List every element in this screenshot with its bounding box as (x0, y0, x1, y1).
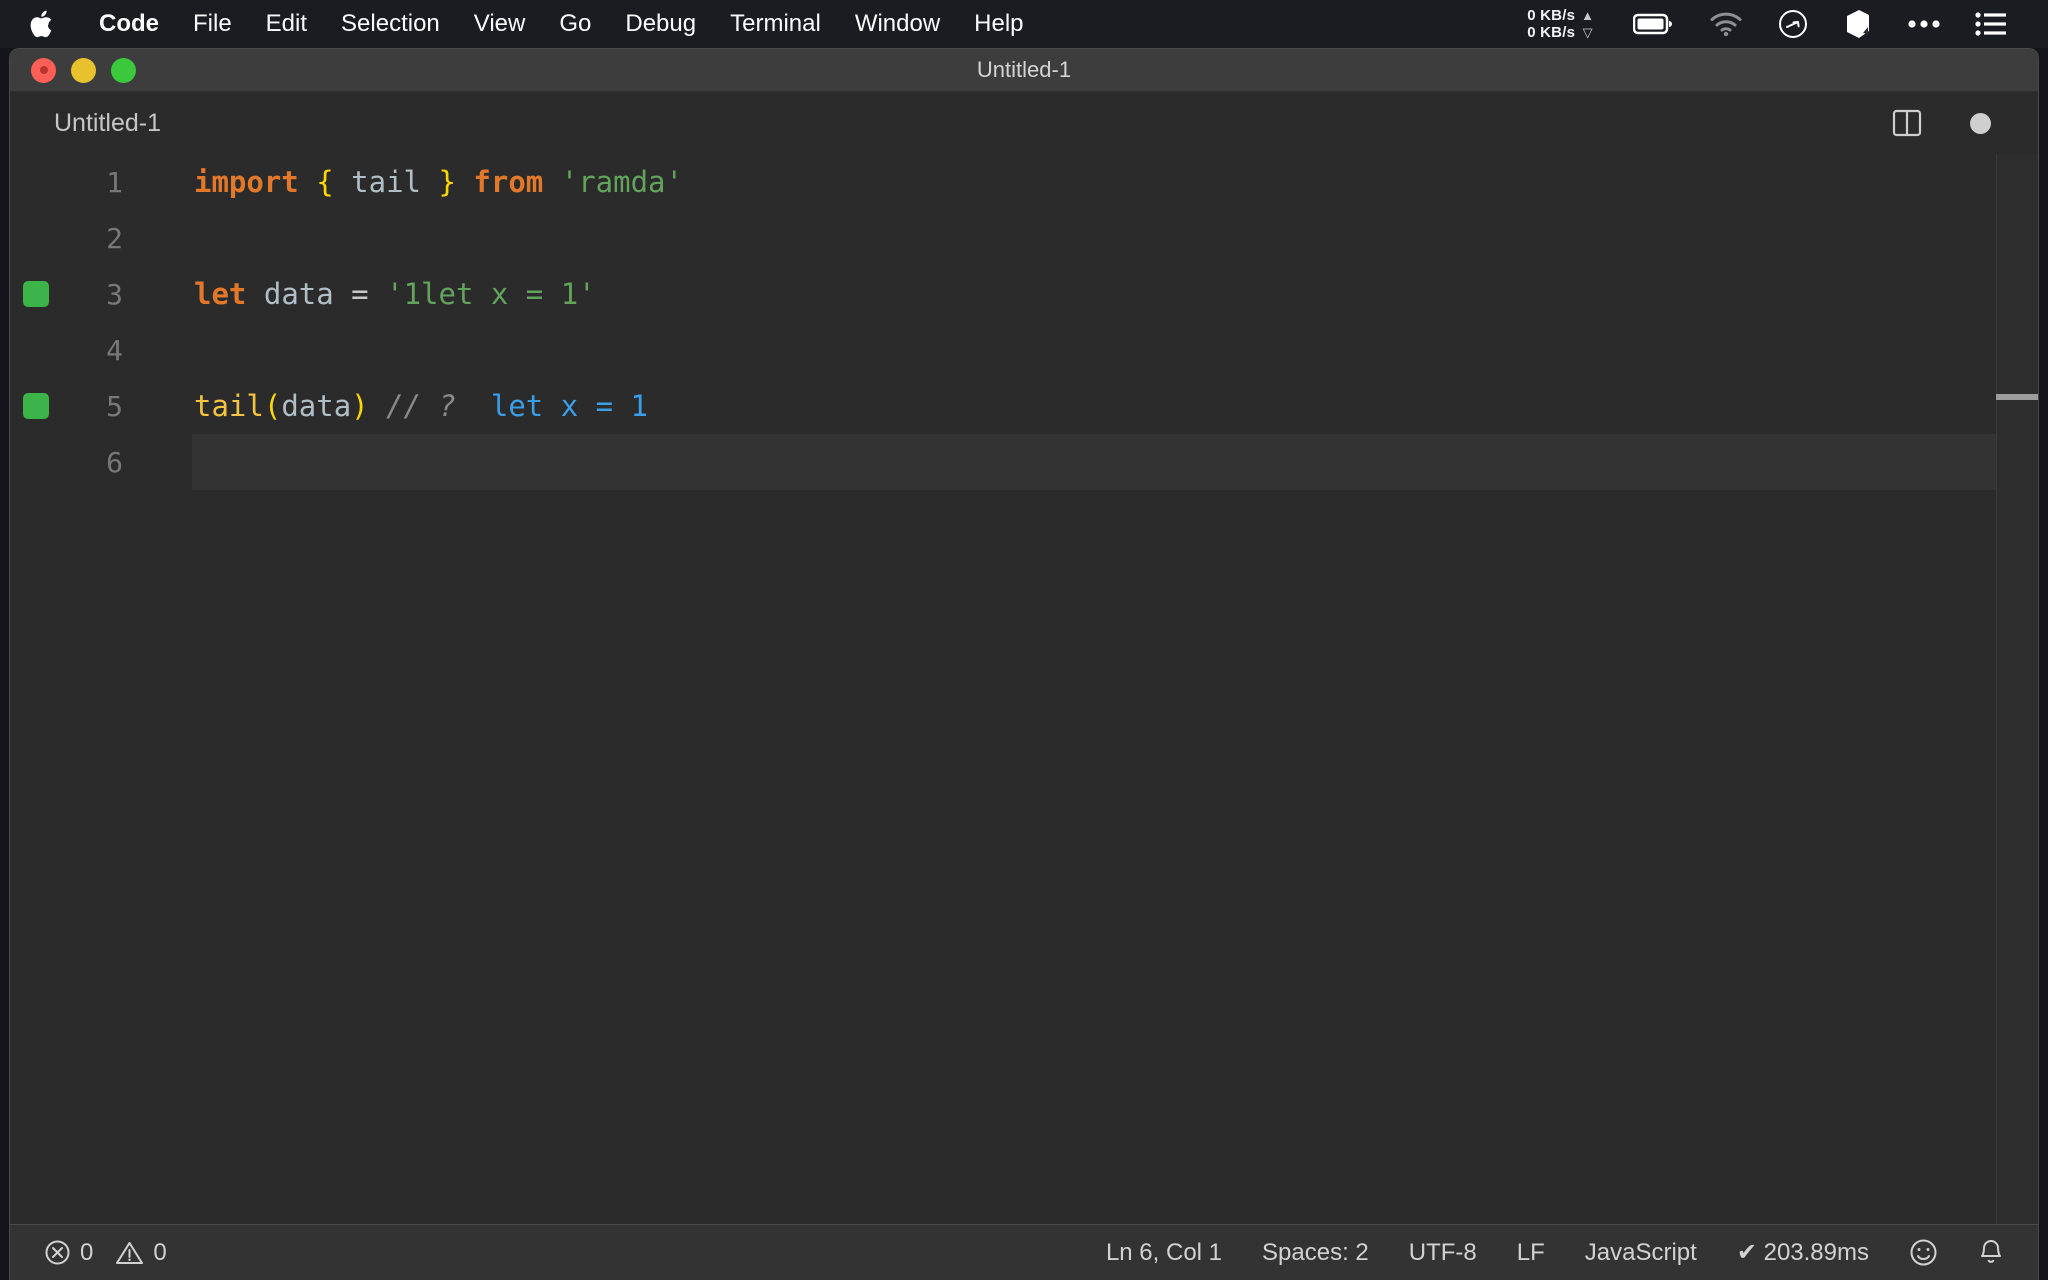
code-line[interactable]: 2 (10, 210, 2038, 266)
problems-status-item[interactable]: 0 0 (44, 1239, 167, 1267)
unsaved-dot-icon[interactable] (1970, 112, 1991, 134)
line-number: 1 (106, 165, 123, 199)
vscode-window: Untitled-1 Untitled-1 1 import { tail } f… (9, 48, 2039, 1280)
ellipsis-icon[interactable] (1907, 18, 1941, 30)
cube-icon[interactable] (1843, 8, 1873, 40)
encoding-status[interactable]: UTF-8 (1409, 1239, 1477, 1267)
status-bar-right: Ln 6, Col 1 Spaces: 2 UTF-8 LF JavaScrip… (1106, 1238, 2038, 1268)
minimize-button[interactable] (71, 57, 96, 83)
overview-ruler[interactable] (1996, 154, 2038, 1225)
code-token: let (194, 277, 247, 311)
run-status[interactable]: ✔ 203.89ms (1737, 1238, 1869, 1267)
cursor-position-status[interactable]: Ln 6, Col 1 (1106, 1239, 1222, 1267)
eol-status[interactable]: LF (1517, 1239, 1545, 1267)
line-number: 6 (106, 445, 123, 479)
gutter-run-marker-icon[interactable] (23, 281, 49, 307)
network-download-speed: 0 KB/s (1527, 24, 1576, 41)
menu-bar-status-tray: 0 KB/s 0 KB/s ▲ ▽ (1527, 0, 2048, 48)
code-token: tail (351, 165, 422, 199)
apple-logo-icon[interactable] (28, 8, 56, 40)
current-line-highlight (192, 434, 2038, 490)
menu-item-debug[interactable]: Debug (608, 12, 713, 36)
code-token: data (281, 389, 352, 423)
window-title-bar: Untitled-1 (10, 49, 2038, 92)
code-token: '1let x = 1' (386, 277, 596, 311)
code-line-text: tail(data) // ? let x = 1 (140, 389, 648, 423)
code-token: // ? (386, 389, 456, 423)
menu-item-go[interactable]: Go (542, 12, 608, 36)
error-count: 0 (80, 1238, 94, 1266)
editor-tab-bar: Untitled-1 (10, 92, 2038, 154)
overview-ruler-cursor-marker (1996, 394, 2038, 400)
code-token: 'ramda' (560, 165, 683, 199)
line-number: 2 (106, 221, 123, 255)
status-bar-left: 0 0 (10, 1239, 167, 1267)
code-line-text: import { tail } from 'ramda' (140, 165, 683, 199)
status-bar: 0 0 Ln 6, Col 1 Spaces: 2 UTF-8 LF JavaS… (10, 1224, 2038, 1280)
window-controls (10, 57, 136, 83)
smiley-icon[interactable] (1909, 1238, 1938, 1267)
code-token: tail (194, 389, 264, 423)
menu-bar-left: Code File Edit Selection View Go Debug T… (0, 0, 1041, 48)
editor-tab-untitled-1[interactable]: Untitled-1 (10, 109, 161, 138)
code-editor[interactable]: 1 import { tail } from 'ramda' 2 3 let data … (10, 154, 2038, 1225)
editor-action-group (1892, 108, 2038, 138)
wifi-icon[interactable] (1709, 11, 1743, 37)
code-token: import (194, 165, 299, 199)
battery-icon[interactable] (1633, 12, 1675, 36)
split-editor-icon[interactable] (1892, 108, 1922, 138)
code-token: { (316, 165, 334, 199)
code-line[interactable]: 6 (10, 434, 2038, 490)
code-line[interactable]: 4 (10, 322, 2038, 378)
menu-item-code[interactable]: Code (82, 12, 176, 36)
indentation-status[interactable]: Spaces: 2 (1262, 1239, 1369, 1267)
code-token: = (351, 277, 369, 311)
code-line[interactable]: 1 import { tail } from 'ramda' (10, 154, 2038, 210)
error-circle-icon (44, 1239, 71, 1266)
network-speed-indicator[interactable]: 0 KB/s 0 KB/s ▲ ▽ (1527, 7, 1594, 41)
list-menu-icon[interactable] (1975, 12, 2007, 36)
macos-menu-bar: Code File Edit Selection View Go Debug T… (0, 0, 2048, 48)
close-button[interactable] (31, 57, 56, 83)
menu-item-help[interactable]: Help (957, 12, 1040, 36)
zoom-button[interactable] (111, 57, 136, 83)
code-token: ( (263, 389, 282, 423)
gutter-run-marker-icon[interactable] (23, 393, 49, 419)
code-token: data (263, 277, 334, 311)
code-line-list: 1 import { tail } from 'ramda' 2 3 let data … (10, 154, 2038, 490)
window-title: Untitled-1 (976, 57, 1072, 82)
warning-triangle-icon (115, 1240, 144, 1266)
menu-item-terminal[interactable]: Terminal (713, 12, 838, 36)
line-number: 4 (106, 333, 123, 367)
code-line[interactable]: 3 let data = '1let x = 1' (10, 266, 2038, 322)
language-mode-status[interactable]: JavaScript (1585, 1239, 1697, 1267)
code-line-text: let data = '1let x = 1' (140, 277, 596, 311)
code-token: } (438, 165, 456, 199)
code-token: from (473, 165, 544, 199)
menu-item-edit[interactable]: Edit (249, 12, 324, 36)
menu-item-file[interactable]: File (176, 12, 249, 36)
code-token: ) (351, 389, 369, 423)
download-arrow-icon: ▽ (1582, 25, 1593, 40)
menu-item-selection[interactable]: Selection (324, 12, 457, 36)
menu-item-window[interactable]: Window (838, 12, 957, 36)
upload-arrow-icon: ▲ (1581, 8, 1594, 23)
clock-icon[interactable] (1777, 8, 1809, 40)
warning-count: 0 (153, 1238, 167, 1266)
network-upload-speed: 0 KB/s (1527, 7, 1576, 24)
menu-item-view[interactable]: View (457, 12, 543, 36)
code-line[interactable]: 5 tail(data) // ? let x = 1 (10, 378, 2038, 434)
bell-icon[interactable] (1978, 1238, 2004, 1268)
code-token: let x = 1 (490, 389, 648, 423)
